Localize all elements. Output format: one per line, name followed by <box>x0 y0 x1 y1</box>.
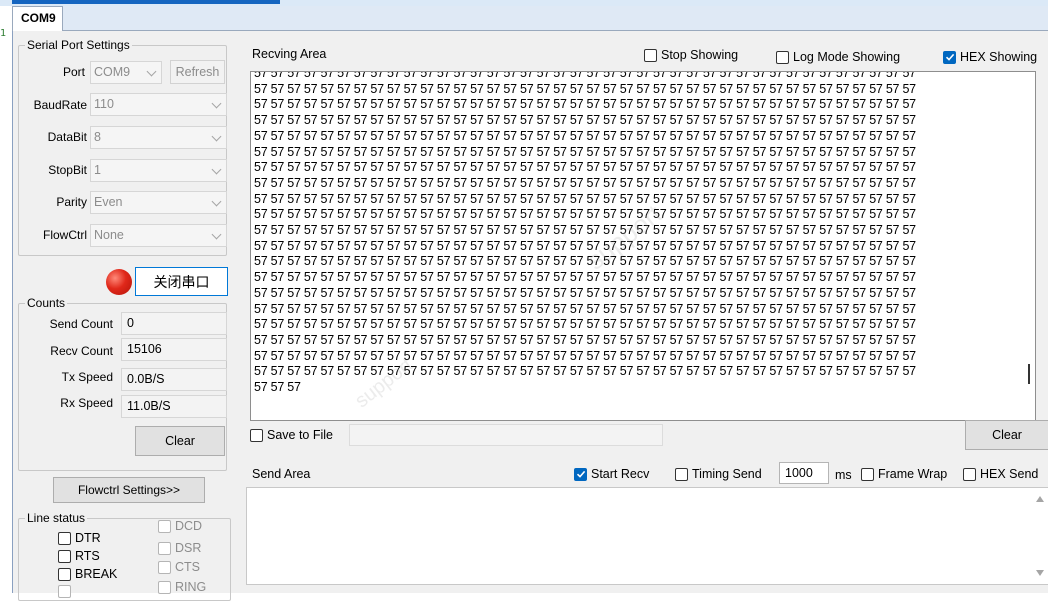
parity-select[interactable]: Even <box>90 191 227 214</box>
save-to-file-checkbox[interactable]: Save to File <box>250 428 333 442</box>
ms-label: ms <box>835 468 852 482</box>
stopbit-select[interactable]: 1 <box>90 159 227 182</box>
tx-speed-value: 0.0B/S <box>121 368 227 391</box>
stop-showing-checkbox[interactable]: Stop Showing <box>644 48 738 62</box>
checkbox-icon <box>158 541 171 555</box>
rx-speed-value: 11.0B/S <box>121 395 227 418</box>
port-select[interactable]: COM9 <box>90 61 162 84</box>
chevron-down-icon <box>211 131 222 142</box>
recv-count-label: Recv Count <box>50 344 113 358</box>
scroll-down-icon[interactable] <box>1036 570 1044 576</box>
recv-area[interactable]: 57 57 57 57 57 57 57 57 57 57 57 57 57 5… <box>250 71 1036 421</box>
parity-value: Even <box>94 195 123 209</box>
checkmark-icon <box>574 467 587 481</box>
port-status-led-icon <box>106 269 132 295</box>
clear-counts-button[interactable]: Clear <box>135 426 225 456</box>
stopbit-label: StopBit <box>48 163 87 177</box>
refresh-button[interactable]: Refresh <box>170 60 225 84</box>
close-port-button[interactable]: 关闭串口 <box>135 267 228 296</box>
checkbox-icon <box>158 560 171 574</box>
timing-send-checkbox[interactable]: Timing Send <box>675 467 762 481</box>
databit-label: DataBit <box>47 130 87 144</box>
send-area-title: Send Area <box>252 467 311 481</box>
cts-indicator: CTS <box>158 560 200 574</box>
checkbox-icon <box>963 467 976 481</box>
stopbit-value: 1 <box>94 163 101 177</box>
recv-scrollbar[interactable] <box>1023 72 1035 420</box>
hex-send-checkbox[interactable]: HEX Send <box>963 467 1038 481</box>
checkbox-icon <box>58 585 71 598</box>
checkbox-icon <box>776 50 789 64</box>
timing-interval-input[interactable]: 1000 <box>779 462 829 484</box>
bottom-strip <box>246 587 1048 593</box>
checkbox-icon <box>158 580 171 594</box>
checkbox-icon <box>58 549 71 563</box>
parity-label: Parity <box>56 195 87 209</box>
send-count-label: Send Count <box>49 317 113 331</box>
dsr-indicator: DSR <box>158 541 201 555</box>
dtr-checkbox[interactable]: DTR <box>58 531 101 545</box>
checkbox-icon <box>644 48 657 62</box>
serial-port-settings-legend: Serial Port Settings <box>27 38 130 52</box>
checkbox-icon <box>58 531 71 545</box>
hex-showing-checkbox[interactable]: HEX Showing <box>943 50 1037 64</box>
scroll-up-icon[interactable] <box>1036 496 1044 502</box>
rx-speed-label: Rx Speed <box>60 396 113 410</box>
gutter-line-number: 1 <box>0 28 7 39</box>
frame-wrap-checkbox[interactable]: Frame Wrap <box>861 467 947 481</box>
flowctrl-value: None <box>94 228 124 242</box>
flowctrl-label: FlowCtrl <box>43 228 87 242</box>
flowctrl-settings-button[interactable]: Flowctrl Settings>> <box>53 477 205 503</box>
checkbox-icon <box>250 428 263 442</box>
recv-area-title: Recving Area <box>252 47 327 61</box>
chevron-down-icon <box>211 164 222 175</box>
send-area-input[interactable] <box>246 487 1048 585</box>
databit-value: 8 <box>94 130 101 144</box>
checkbox-icon <box>861 467 874 481</box>
break-checkbox[interactable]: BREAK <box>58 567 117 581</box>
baudrate-value: 110 <box>94 97 114 111</box>
window-accent <box>12 0 280 4</box>
databit-select[interactable]: 8 <box>90 126 227 149</box>
send-count-value: 0 <box>121 312 227 335</box>
dcd-indicator: DCD <box>158 519 202 533</box>
serial-tool-window: Serial Port Settings Port COM9 Refresh B… <box>12 31 1048 601</box>
recv-scrollbar-thumb[interactable] <box>1028 364 1030 384</box>
left-gutter <box>0 30 12 593</box>
port-label: Port <box>62 65 85 79</box>
start-recv-checkbox[interactable]: Start Recv <box>574 467 649 481</box>
chevron-down-icon <box>146 66 157 77</box>
tab-strip: COM9 <box>12 6 1048 32</box>
checkbox-icon <box>158 519 171 533</box>
checkbox-icon <box>675 467 688 481</box>
baudrate-label: BaudRate <box>33 98 87 112</box>
clear-recv-button[interactable]: Clear <box>965 420 1048 450</box>
tab-com9[interactable]: COM9 <box>12 6 63 32</box>
ring-indicator: RING <box>158 580 206 594</box>
chevron-down-icon <box>211 98 222 109</box>
extra-checkbox[interactable] <box>58 585 75 598</box>
log-mode-checkbox[interactable]: Log Mode Showing <box>776 50 900 64</box>
port-value: COM9 <box>94 65 131 79</box>
chevron-down-icon <box>211 196 222 207</box>
tx-speed-label: Tx Speed <box>61 370 113 384</box>
baudrate-select[interactable]: 110 <box>90 93 227 116</box>
checkbox-icon <box>58 567 71 581</box>
recv-text: 57 57 57 57 57 57 57 57 57 57 57 57 57 5… <box>254 71 916 395</box>
flowctrl-select[interactable]: None <box>90 224 227 247</box>
chevron-down-icon <box>211 229 222 240</box>
rts-checkbox[interactable]: RTS <box>58 549 100 563</box>
line-status-legend: Line status <box>27 511 86 525</box>
checkmark-icon <box>943 50 956 64</box>
counts-legend: Counts <box>27 296 66 310</box>
save-file-path-field[interactable] <box>349 424 663 446</box>
recv-count-value: 15106 <box>121 338 227 361</box>
